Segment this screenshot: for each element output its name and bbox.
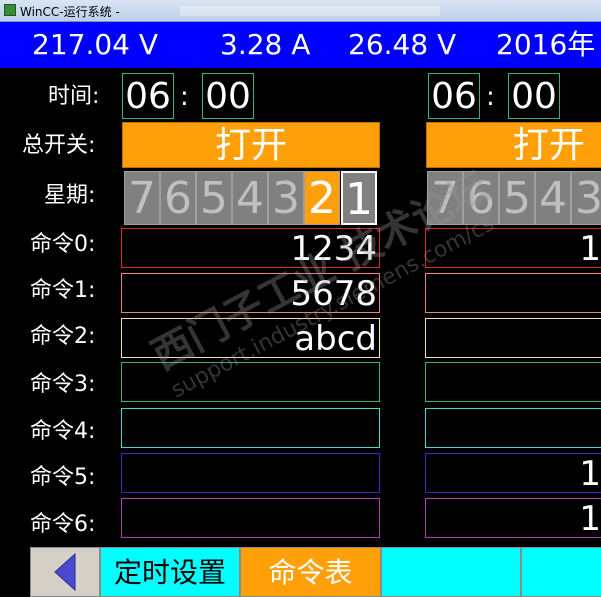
left-command6-field[interactable]	[121, 498, 380, 538]
right-weekday-6[interactable]: 6	[463, 171, 499, 225]
time-label: 时间:	[48, 84, 100, 109]
voltage2-readout: 26.48 V	[348, 28, 457, 61]
right-command0-field[interactable]: 1	[425, 228, 601, 268]
right-command3-field[interactable]	[425, 362, 601, 402]
left-minute-field[interactable]: 00	[202, 73, 254, 119]
right-weekday-7[interactable]: 7	[427, 171, 463, 225]
command0-label: 命令0:	[30, 232, 96, 257]
wincc-app-icon	[4, 4, 16, 16]
left-command2-field[interactable]: abcd	[121, 318, 380, 358]
left-main-switch-button[interactable]: 打开	[122, 122, 380, 168]
left-weekday-6[interactable]: 6	[160, 171, 196, 225]
left-time-colon: :	[180, 82, 189, 112]
right-command6-field[interactable]: 1	[425, 498, 601, 538]
nav-button-4[interactable]	[381, 547, 521, 597]
right-weekday-5[interactable]: 5	[499, 171, 535, 225]
left-command1-field[interactable]: 5678	[121, 273, 380, 313]
nav-button-5[interactable]	[521, 547, 601, 597]
left-command3-field[interactable]	[121, 362, 380, 402]
command4-label: 命令4:	[30, 419, 96, 444]
date-readout: 2016年	[496, 28, 596, 61]
left-command0-field[interactable]: 1234	[121, 228, 380, 268]
right-main-switch-button[interactable]: 打开	[426, 122, 601, 168]
right-weekday-3[interactable]: 3	[571, 171, 601, 225]
week-label: 星期:	[44, 183, 96, 208]
back-arrow-icon	[54, 552, 76, 592]
window-titlebar: WinCC-运行系统 -	[0, 0, 601, 22]
right-command2-field[interactable]	[425, 318, 601, 358]
titlebar-background	[180, 6, 440, 16]
right-time-colon: :	[486, 82, 495, 112]
left-weekday-3[interactable]: 3	[268, 171, 304, 225]
nav-command-table-button[interactable]: 命令表	[240, 547, 381, 597]
current-readout: 3.28 A	[220, 28, 311, 61]
left-weekday-5[interactable]: 5	[196, 171, 232, 225]
right-weekday-4[interactable]: 4	[535, 171, 571, 225]
command1-label: 命令1:	[30, 278, 96, 303]
command5-label: 命令5:	[30, 465, 96, 490]
right-command5-field[interactable]: 1	[425, 453, 601, 493]
voltage1-readout: 217.04 V	[32, 28, 159, 61]
command6-label: 命令6:	[30, 512, 96, 537]
command3-label: 命令3:	[30, 372, 96, 397]
right-command4-field[interactable]	[425, 408, 601, 448]
left-command4-field[interactable]	[121, 408, 380, 448]
right-command1-field[interactable]	[425, 273, 601, 313]
main-switch-label: 总开关:	[22, 133, 96, 158]
window-title: WinCC-运行系统 -	[20, 5, 120, 19]
left-weekday-2[interactable]: 2	[304, 171, 340, 225]
left-weekday-1[interactable]: 1	[341, 171, 377, 225]
nav-back-button[interactable]	[30, 547, 100, 597]
command2-label: 命令2:	[30, 324, 96, 349]
left-hour-field[interactable]: 06	[122, 73, 174, 119]
nav-timer-settings-button[interactable]: 定时设置	[100, 547, 240, 597]
left-weekday-4[interactable]: 4	[232, 171, 268, 225]
right-minute-field[interactable]: 00	[508, 73, 560, 119]
right-hour-field[interactable]: 06	[428, 73, 480, 119]
status-bar: 217.04 V 3.28 A 26.48 V 2016年	[0, 22, 601, 68]
left-command5-field[interactable]	[121, 453, 380, 493]
left-weekday-7[interactable]: 7	[124, 171, 160, 225]
